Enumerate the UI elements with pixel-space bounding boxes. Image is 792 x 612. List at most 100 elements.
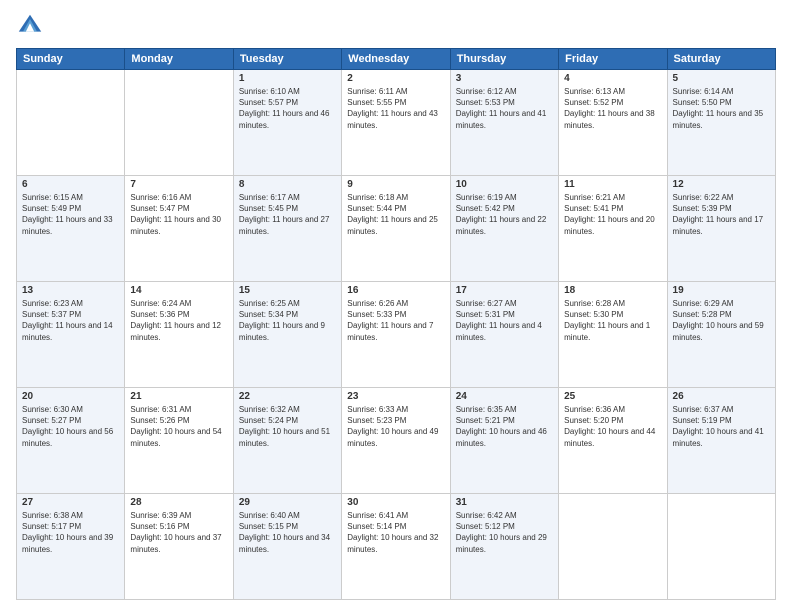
calendar-cell: 8 Sunrise: 6:17 AM Sunset: 5:45 PM Daylig… (233, 176, 341, 282)
calendar-cell: 2Sunrise: 6:11 AM Sunset: 5:55 PM Daylig… (342, 70, 450, 176)
col-header-friday: Friday (559, 49, 667, 70)
day-number: 12 (673, 179, 770, 190)
day-number: 16 (347, 285, 444, 296)
col-header-thursday: Thursday (450, 49, 558, 70)
day-info: Sunrise: 6:28 AM Sunset: 5:30 PM Dayligh… (564, 298, 661, 343)
day-number: 6 (22, 179, 119, 190)
calendar-cell: 3 Sunrise: 6:12 AM Sunset: 5:53 PM Daylig… (450, 70, 558, 176)
day-info: Sunrise: 6:37 AM Sunset: 5:19 PM Dayligh… (673, 404, 770, 449)
calendar-cell: 15 Sunrise: 6:25 AM Sunset: 5:34 PM Dayli… (233, 282, 341, 388)
day-number: 22 (239, 391, 336, 402)
calendar-cell: 31 Sunrise: 6:42 AM Sunset: 5:12 PM Dayli… (450, 494, 558, 600)
day-info: Sunrise: 6:22 AM Sunset: 5:39 PM Dayligh… (673, 192, 770, 237)
day-number: 8 (239, 179, 336, 190)
calendar-cell: 29 Sunrise: 6:40 AM Sunset: 5:15 PM Dayli… (233, 494, 341, 600)
calendar-week-1: 1 Sunrise: 6:10 AM Sunset: 5:57 PM Daylig… (17, 70, 776, 176)
day-info: Sunrise: 6:35 AM Sunset: 5:21 PM Dayligh… (456, 404, 553, 449)
calendar-cell: 14Sunrise: 6:24 AM Sunset: 5:36 PM Dayli… (125, 282, 233, 388)
day-info: Sunrise: 6:25 AM Sunset: 5:34 PM Dayligh… (239, 298, 336, 343)
day-info: Sunrise: 6:10 AM Sunset: 5:57 PM Dayligh… (239, 86, 336, 131)
day-number: 23 (347, 391, 444, 402)
calendar-week-5: 27 Sunrise: 6:38 AM Sunset: 5:17 PM Dayli… (17, 494, 776, 600)
calendar-cell: 1 Sunrise: 6:10 AM Sunset: 5:57 PM Daylig… (233, 70, 341, 176)
day-number: 31 (456, 497, 553, 508)
day-info: Sunrise: 6:13 AM Sunset: 5:52 PM Dayligh… (564, 86, 661, 131)
day-info: Sunrise: 6:30 AM Sunset: 5:27 PM Dayligh… (22, 404, 119, 449)
day-number: 9 (347, 179, 444, 190)
calendar-table: SundayMondayTuesdayWednesdayThursdayFrid… (16, 48, 776, 600)
calendar-cell (667, 494, 775, 600)
day-info: Sunrise: 6:11 AM Sunset: 5:55 PM Dayligh… (347, 86, 444, 131)
day-number: 20 (22, 391, 119, 402)
day-info: Sunrise: 6:26 AM Sunset: 5:33 PM Dayligh… (347, 298, 444, 343)
calendar-cell: 20 Sunrise: 6:30 AM Sunset: 5:27 PM Dayli… (17, 388, 125, 494)
day-number: 13 (22, 285, 119, 296)
calendar-body: 1 Sunrise: 6:10 AM Sunset: 5:57 PM Daylig… (17, 70, 776, 600)
day-info: Sunrise: 6:39 AM Sunset: 5:16 PM Dayligh… (130, 510, 227, 555)
calendar-week-4: 20 Sunrise: 6:30 AM Sunset: 5:27 PM Dayli… (17, 388, 776, 494)
day-number: 7 (130, 179, 227, 190)
calendar-cell: 16 Sunrise: 6:26 AM Sunset: 5:33 PM Dayli… (342, 282, 450, 388)
day-number: 10 (456, 179, 553, 190)
day-number: 3 (456, 73, 553, 84)
day-info: Sunrise: 6:42 AM Sunset: 5:12 PM Dayligh… (456, 510, 553, 555)
day-number: 29 (239, 497, 336, 508)
day-info: Sunrise: 6:32 AM Sunset: 5:24 PM Dayligh… (239, 404, 336, 449)
day-number: 24 (456, 391, 553, 402)
header (16, 12, 776, 40)
day-number: 4 (564, 73, 661, 84)
calendar-cell: 25 Sunrise: 6:36 AM Sunset: 5:20 PM Dayli… (559, 388, 667, 494)
day-info: Sunrise: 6:21 AM Sunset: 5:41 PM Dayligh… (564, 192, 661, 237)
day-info: Sunrise: 6:17 AM Sunset: 5:45 PM Dayligh… (239, 192, 336, 237)
day-number: 14 (130, 285, 227, 296)
day-number: 25 (564, 391, 661, 402)
col-header-monday: Monday (125, 49, 233, 70)
calendar-cell: 21 Sunrise: 6:31 AM Sunset: 5:26 PM Dayli… (125, 388, 233, 494)
calendar-cell: 9 Sunrise: 6:18 AM Sunset: 5:44 PM Daylig… (342, 176, 450, 282)
day-number: 21 (130, 391, 227, 402)
day-number: 27 (22, 497, 119, 508)
calendar-cell: 10 Sunrise: 6:19 AM Sunset: 5:42 PM Dayli… (450, 176, 558, 282)
calendar-cell (17, 70, 125, 176)
day-number: 28 (130, 497, 227, 508)
day-info: Sunrise: 6:38 AM Sunset: 5:17 PM Dayligh… (22, 510, 119, 555)
day-number: 1 (239, 73, 336, 84)
calendar-cell: 7Sunrise: 6:16 AM Sunset: 5:47 PM Daylig… (125, 176, 233, 282)
calendar-cell: 11 Sunrise: 6:21 AM Sunset: 5:41 PM Dayli… (559, 176, 667, 282)
day-info: Sunrise: 6:12 AM Sunset: 5:53 PM Dayligh… (456, 86, 553, 131)
col-header-sunday: Sunday (17, 49, 125, 70)
day-info: Sunrise: 6:18 AM Sunset: 5:44 PM Dayligh… (347, 192, 444, 237)
col-header-wednesday: Wednesday (342, 49, 450, 70)
calendar-cell: 5Sunrise: 6:14 AM Sunset: 5:50 PM Daylig… (667, 70, 775, 176)
day-number: 15 (239, 285, 336, 296)
day-number: 17 (456, 285, 553, 296)
day-info: Sunrise: 6:41 AM Sunset: 5:14 PM Dayligh… (347, 510, 444, 555)
calendar-cell: 18 Sunrise: 6:28 AM Sunset: 5:30 PM Dayli… (559, 282, 667, 388)
day-number: 5 (673, 73, 770, 84)
day-number: 11 (564, 179, 661, 190)
day-info: Sunrise: 6:36 AM Sunset: 5:20 PM Dayligh… (564, 404, 661, 449)
logo-icon (16, 12, 44, 40)
day-info: Sunrise: 6:19 AM Sunset: 5:42 PM Dayligh… (456, 192, 553, 237)
calendar-cell: 28 Sunrise: 6:39 AM Sunset: 5:16 PM Dayli… (125, 494, 233, 600)
calendar-cell: 30 Sunrise: 6:41 AM Sunset: 5:14 PM Dayli… (342, 494, 450, 600)
day-info: Sunrise: 6:27 AM Sunset: 5:31 PM Dayligh… (456, 298, 553, 343)
day-info: Sunrise: 6:33 AM Sunset: 5:23 PM Dayligh… (347, 404, 444, 449)
day-number: 26 (673, 391, 770, 402)
calendar-cell (125, 70, 233, 176)
calendar-cell (559, 494, 667, 600)
calendar-cell: 27 Sunrise: 6:38 AM Sunset: 5:17 PM Dayli… (17, 494, 125, 600)
day-number: 30 (347, 497, 444, 508)
calendar-week-3: 13Sunrise: 6:23 AM Sunset: 5:37 PM Dayli… (17, 282, 776, 388)
day-number: 18 (564, 285, 661, 296)
calendar-cell: 19Sunrise: 6:29 AM Sunset: 5:28 PM Dayli… (667, 282, 775, 388)
day-info: Sunrise: 6:29 AM Sunset: 5:28 PM Dayligh… (673, 298, 770, 343)
page: SundayMondayTuesdayWednesdayThursdayFrid… (0, 0, 792, 612)
day-info: Sunrise: 6:40 AM Sunset: 5:15 PM Dayligh… (239, 510, 336, 555)
calendar-cell: 13Sunrise: 6:23 AM Sunset: 5:37 PM Dayli… (17, 282, 125, 388)
calendar-cell: 4 Sunrise: 6:13 AM Sunset: 5:52 PM Daylig… (559, 70, 667, 176)
day-info: Sunrise: 6:31 AM Sunset: 5:26 PM Dayligh… (130, 404, 227, 449)
calendar-header: SundayMondayTuesdayWednesdayThursdayFrid… (17, 49, 776, 70)
calendar-cell: 23 Sunrise: 6:33 AM Sunset: 5:23 PM Dayli… (342, 388, 450, 494)
logo (16, 12, 48, 40)
